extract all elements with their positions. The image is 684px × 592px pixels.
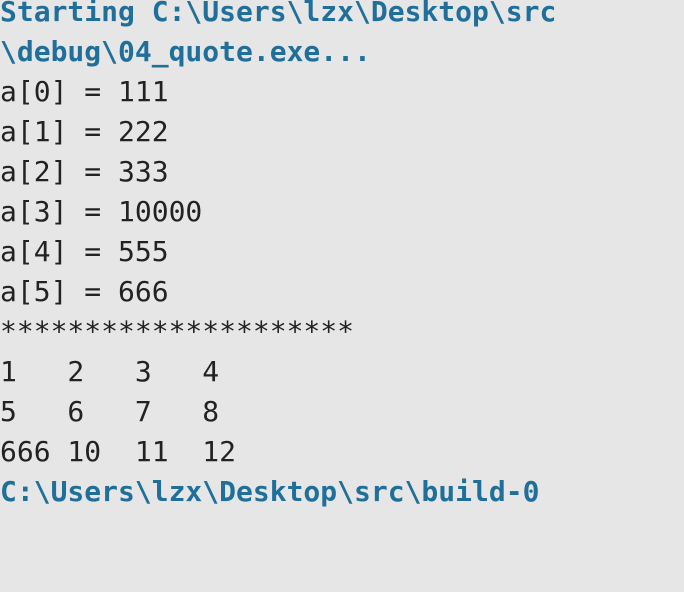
console-line-a1: a[1] = 222 — [0, 115, 169, 148]
console-line-a3: a[3] = 10000 — [0, 195, 203, 228]
application-output-console[interactable]: Starting C:\Users\lzx\Desktop\src \debug… — [0, 0, 684, 592]
console-line-exe-path: \debug\04_quote.exe... — [0, 35, 371, 68]
console-line-matrix-row-1: 1 2 3 4 — [0, 355, 220, 388]
console-line-build-path: C:\Users\lzx\Desktop\src\build-0 — [0, 475, 540, 508]
console-line-a0: a[0] = 111 — [0, 75, 169, 108]
console-line-separator: ********************* — [0, 315, 355, 348]
console-line-a5: a[5] = 666 — [0, 275, 169, 308]
console-line-matrix-row-3: 666 10 11 12 — [0, 435, 237, 468]
console-line-starting: Starting C:\Users\lzx\Desktop\src — [0, 0, 557, 28]
console-line-matrix-row-2: 5 6 7 8 — [0, 395, 220, 428]
console-output-text: Starting C:\Users\lzx\Desktop\src \debug… — [0, 0, 556, 512]
console-line-a4: a[4] = 555 — [0, 235, 169, 268]
console-line-a2: a[2] = 333 — [0, 155, 169, 188]
